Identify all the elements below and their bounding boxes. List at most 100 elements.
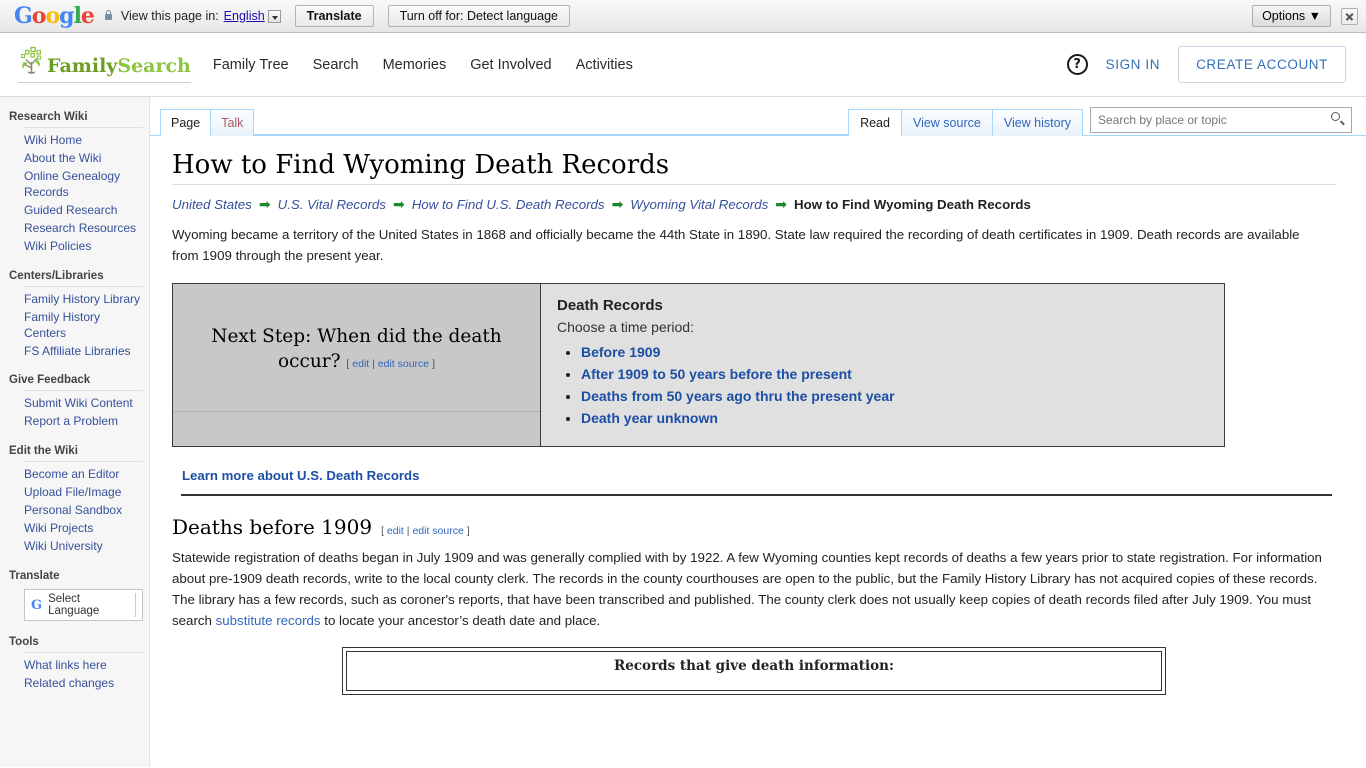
sidebar-item-online-genealogy-records[interactable]: Online Genealogy Records xyxy=(24,168,143,202)
death-records-heading: Death Records xyxy=(557,297,663,315)
breadcrumb-united-states[interactable]: United States xyxy=(172,197,252,212)
sidebar-item-submit-wiki-content[interactable]: Submit Wiki Content xyxy=(24,395,143,413)
option-after-1909-to-50-years[interactable]: After 1909 to 50 years before the presen… xyxy=(581,366,852,382)
translate-language-link[interactable]: English xyxy=(224,9,265,23)
brand-family: Family xyxy=(47,55,118,77)
substitute-records-link[interactable]: substitute records xyxy=(216,613,321,628)
death-records-panel-group: Next Step: When did the death occur? [ e… xyxy=(172,283,1225,448)
sidebar-item-research-resources[interactable]: Research Resources xyxy=(24,220,143,238)
brand-search: Search xyxy=(117,55,191,77)
section-heading-text: Deaths before 1909 xyxy=(172,515,373,540)
article-body: How to Find Wyoming Death Records United… xyxy=(150,136,1366,695)
nav-activities[interactable]: Activities xyxy=(576,57,633,73)
view-tabs: Read View source View history xyxy=(848,107,1352,136)
help-icon[interactable]: ? xyxy=(1066,54,1088,75)
tab-read[interactable]: Read xyxy=(848,109,902,136)
bracket-close: ] xyxy=(466,525,470,538)
sidebar-item-fs-affiliate-libraries[interactable]: FS Affiliate Libraries xyxy=(24,343,143,361)
breadcrumb-how-to-find-us-death-records[interactable]: How to Find U.S. Death Records xyxy=(412,197,605,212)
tab-view-history[interactable]: View history xyxy=(991,109,1083,136)
section-paragraph: Statewide registration of deaths began i… xyxy=(172,548,1332,632)
sidebar-item-guided-research[interactable]: Guided Research xyxy=(24,202,143,220)
next-step-edit-links: [ edit | edit source ] xyxy=(346,358,435,370)
death-records-options-list: Before 1909 After 1909 to 50 years befor… xyxy=(557,344,1208,426)
next-step-panel-top: Next Step: When did the death occur? [ e… xyxy=(173,284,540,413)
nav-memories[interactable]: Memories xyxy=(383,57,447,73)
paragraph-text-part2: to locate your ancestor’s death date and… xyxy=(320,612,601,628)
close-icon[interactable] xyxy=(1341,7,1358,25)
google-logo-letter: e xyxy=(80,3,95,29)
sidebar-item-wiki-projects[interactable]: Wiki Projects xyxy=(24,520,143,538)
sidebar-item-wiki-home[interactable]: Wiki Home xyxy=(24,132,143,150)
pipe-separator: | xyxy=(372,357,375,370)
sign-in-link[interactable]: SIGN IN xyxy=(1106,57,1160,72)
select-language-widget[interactable]: G Select Language xyxy=(24,589,143,622)
learn-more-container: Learn more about U.S. Death Records xyxy=(182,468,1336,483)
sidebar-group-centers-libraries: Family History Library Family History Ce… xyxy=(24,285,143,361)
sidebar-item-related-changes[interactable]: Related changes xyxy=(24,675,143,693)
sidebar-heading-edit-the-wiki: Edit the Wiki xyxy=(9,445,78,458)
breadcrumb-current: How to Find Wyoming Death Records xyxy=(794,197,1031,212)
sidebar-group-give-feedback: Submit Wiki Content Report a Problem xyxy=(24,390,143,431)
tab-talk[interactable]: Talk xyxy=(210,109,255,136)
pipe-separator: | xyxy=(406,525,410,538)
sidebar-item-family-history-centers[interactable]: Family History Centers xyxy=(24,309,143,343)
learn-more-link[interactable]: Learn more about U.S. Death Records xyxy=(182,468,419,483)
nav-search[interactable]: Search xyxy=(313,57,359,73)
chevron-down-icon[interactable] xyxy=(267,9,281,23)
tab-bar: Page Talk Read View source View history xyxy=(150,97,1366,136)
google-translate-bar: Google View this page in: English Transl… xyxy=(0,0,1366,33)
edit-source-link[interactable]: edit source xyxy=(412,525,463,537)
breadcrumb-us-vital-records[interactable]: U.S. Vital Records xyxy=(278,197,386,212)
section-edit-links: [ edit | edit source ] xyxy=(381,525,470,537)
page-title: How to Find Wyoming Death Records xyxy=(172,150,1336,185)
records-info-box-title: Records that give death information: xyxy=(346,650,1162,691)
sidebar-item-report-a-problem[interactable]: Report a Problem xyxy=(24,413,143,431)
records-info-box: Records that give death information: xyxy=(342,646,1166,695)
google-logo-letter: o xyxy=(45,3,60,29)
sidebar-heading-give-feedback: Give Feedback xyxy=(9,374,91,387)
google-logo-letter: g xyxy=(59,3,74,29)
option-before-1909[interactable]: Before 1909 xyxy=(581,344,660,360)
sidebar-item-become-an-editor[interactable]: Become an Editor xyxy=(24,466,143,484)
sidebar-item-wiki-university[interactable]: Wiki University xyxy=(24,538,143,556)
tab-view-source[interactable]: View source xyxy=(900,109,993,136)
arrow-right-icon: ➡ xyxy=(392,196,405,212)
create-account-button[interactable]: CREATE ACCOUNT xyxy=(1178,46,1346,83)
section-heading-deaths-before-1909: Deaths before 1909 [ edit | edit source … xyxy=(172,515,1336,539)
nav-get-involved[interactable]: Get Involved xyxy=(470,57,551,73)
option-death-year-unknown[interactable]: Death year unknown xyxy=(581,410,718,426)
bracket-close: ] xyxy=(432,357,435,370)
next-step-heading: Next Step: When did the death occur? [ e… xyxy=(189,325,524,375)
sidebar-item-upload-file-image[interactable]: Upload File/Image xyxy=(24,484,143,502)
search-icon[interactable] xyxy=(1331,112,1345,126)
edit-source-link[interactable]: edit source xyxy=(378,358,429,370)
sidebar-item-wiki-policies[interactable]: Wiki Policies xyxy=(24,238,143,256)
list-item: After 1909 to 50 years before the presen… xyxy=(581,366,1208,382)
google-logo-letter: o xyxy=(31,3,47,29)
familysearch-wordmark: FamilySearch xyxy=(47,57,191,76)
arrow-right-icon: ➡ xyxy=(775,196,787,212)
sidebar-item-family-history-library[interactable]: Family History Library xyxy=(24,291,143,309)
sidebar-group-tools: What links here Related changes xyxy=(24,652,143,693)
list-item: Deaths from 50 years ago thru the presen… xyxy=(581,388,1208,404)
translate-options-button[interactable]: Options ▼ xyxy=(1252,5,1331,27)
sidebar-heading-research-wiki: Research Wiki xyxy=(9,111,88,123)
death-records-panel: Death Records Choose a time period: Befo… xyxy=(541,284,1224,447)
turn-off-translate-button[interactable]: Turn off for: Detect language xyxy=(387,5,570,27)
sidebar-item-what-links-here[interactable]: What links here xyxy=(24,657,143,675)
sidebar-item-personal-sandbox[interactable]: Personal Sandbox xyxy=(24,502,143,520)
breadcrumb-wyoming-vital-records[interactable]: Wyoming Vital Records xyxy=(630,197,768,212)
sidebar-item-about-the-wiki[interactable]: About the Wiki xyxy=(24,150,143,168)
nav-family-tree[interactable]: Family Tree xyxy=(213,57,289,73)
tab-page[interactable]: Page xyxy=(160,109,212,136)
edit-link[interactable]: edit xyxy=(387,525,404,537)
sidebar-group-edit-the-wiki: Become an Editor Upload File/Image Perso… xyxy=(24,461,143,556)
search-input[interactable] xyxy=(1090,107,1352,133)
translate-button[interactable]: Translate xyxy=(294,5,374,27)
option-deaths-from-50-years-ago[interactable]: Deaths from 50 years ago thru the presen… xyxy=(581,388,895,404)
site-header: FamilySearch Family Tree Search Memories… xyxy=(0,33,1366,97)
edit-link[interactable]: edit xyxy=(352,358,369,370)
familysearch-logo[interactable]: FamilySearch xyxy=(18,46,191,83)
sidebar-heading-translate: Translate xyxy=(9,570,60,583)
